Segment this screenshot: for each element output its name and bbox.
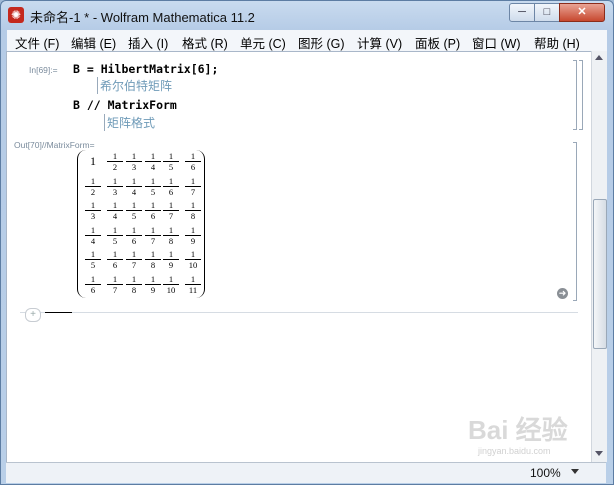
menu-cell[interactable]: 单元 (C) [240, 33, 286, 52]
matrix-cell: 19 [163, 249, 179, 270]
watermark-logo: Bai 经验 [468, 415, 568, 445]
arrow-right-circle-icon[interactable]: ➜ [557, 288, 568, 299]
title-bar[interactable]: ✺ 未命名-1 * - Wolfram Mathematica 11.2 ─ □… [1, 1, 613, 29]
matrix-cell: 17 [163, 200, 179, 221]
matrix-cell: 18 [163, 225, 179, 246]
matrix-cell: 16 [145, 200, 161, 221]
menu-graphics[interactable]: 图形 (G) [298, 33, 345, 52]
matrix-cell: 17 [107, 274, 123, 295]
zoom-level[interactable]: 100% [530, 466, 561, 480]
close-button[interactable]: ✕ [559, 3, 605, 22]
matrix-cell: 19 [145, 274, 161, 295]
matrix-cell: 13 [126, 151, 142, 172]
matrix-cell: 13 [107, 176, 123, 197]
menu-window[interactable]: 窗口 (W) [472, 33, 521, 52]
matrix-cell: 15 [85, 249, 101, 270]
input-line-1[interactable]: B = HilbertMatrix[6]; [73, 62, 218, 76]
cell-insertion-line [20, 312, 578, 313]
input-label: In[69]:= [29, 65, 58, 75]
matrix-cell: 16 [126, 225, 142, 246]
matrix-cell: 15 [107, 225, 123, 246]
matrix-cell: 1 10 [185, 249, 201, 270]
matrix-cell: 15 [163, 151, 179, 172]
scroll-down-icon[interactable] [595, 451, 603, 456]
scroll-up-icon[interactable] [595, 55, 603, 60]
window-title: 未命名-1 * - Wolfram Mathematica 11.2 [30, 10, 255, 25]
matrix-cell: 16 [85, 274, 101, 295]
menu-edit[interactable]: 编辑 (E) [71, 33, 116, 52]
matrix-cell: 17 [185, 176, 201, 197]
insert-cell-button[interactable]: + [25, 308, 41, 322]
matrix-cell: 1 11 [185, 274, 201, 295]
matrix-cell: 15 [145, 176, 161, 197]
input-cell-bracket[interactable] [573, 60, 577, 130]
watermark-url: jingyan.baidu.com [478, 446, 551, 456]
group-bracket[interactable] [579, 60, 583, 130]
matrix-cell: 17 [126, 249, 142, 270]
matrix-cell: 12 [107, 151, 123, 172]
input-line-2[interactable]: B // MatrixForm [73, 98, 177, 112]
menu-bar: 文件 (F) 编辑 (E) 插入 (I) 格式 (R) 单元 (C) 图形 (G… [7, 30, 607, 52]
matrix-cell: 12 [85, 176, 101, 197]
matrix-cell: 16 [163, 176, 179, 197]
text-cursor [45, 312, 72, 313]
status-bar: 100% [6, 462, 606, 483]
matrix-cell: 16 [185, 151, 201, 172]
matrix-cell: 14 [145, 151, 161, 172]
matrix-cell: 13 [85, 200, 101, 221]
matrix-cell: 18 [185, 200, 201, 221]
matrix-cell: 14 [126, 176, 142, 197]
matrix-cell: 17 [145, 225, 161, 246]
menu-insert[interactable]: 插入 (I) [128, 33, 168, 52]
comment-matrixform: 矩阵格式 [104, 114, 155, 131]
menu-file[interactable]: 文件 (F) [15, 33, 59, 52]
mathematica-icon[interactable]: ✺ [8, 7, 24, 23]
menu-help[interactable]: 帮助 (H) [534, 33, 580, 52]
matrix-cell: 1 [90, 154, 96, 168]
hilbert-matrix: 1121314151612131415161713141516171814151… [77, 148, 205, 300]
matrix-cell: 18 [145, 249, 161, 270]
menu-format[interactable]: 格式 (R) [182, 33, 228, 52]
vertical-scrollbar[interactable] [591, 51, 607, 462]
matrix-cell: 1 10 [163, 274, 179, 295]
menu-evaluation[interactable]: 计算 (V) [357, 33, 402, 52]
matrix-cell: 18 [126, 274, 142, 295]
matrix-cell: 15 [126, 200, 142, 221]
matrix-cell: 14 [107, 200, 123, 221]
scroll-thumb[interactable] [593, 199, 607, 349]
matrix-cell: 16 [107, 249, 123, 270]
matrix-cell: 19 [185, 225, 201, 246]
menu-palettes[interactable]: 面板 (P) [415, 33, 460, 52]
comment-hilbert: 希尔伯特矩阵 [97, 77, 172, 94]
matrix-cell: 14 [85, 225, 101, 246]
output-cell-bracket[interactable] [573, 142, 577, 301]
chevron-down-icon[interactable] [571, 469, 579, 474]
minimize-button[interactable]: ─ [509, 3, 535, 22]
maximize-button[interactable]: □ [534, 3, 560, 22]
